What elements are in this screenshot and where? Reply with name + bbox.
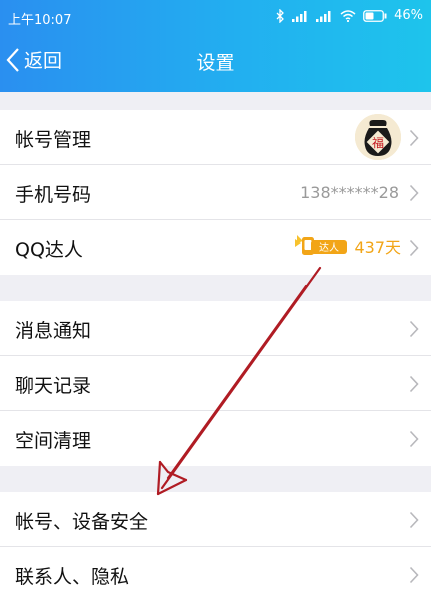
- battery-icon: [363, 9, 387, 22]
- row-label: 联系人、隐私: [15, 566, 130, 588]
- settings-group-messages: 消息通知 聊天记录 空间清理: [0, 301, 431, 466]
- qq-master-badge: 达人 437天: [293, 233, 401, 259]
- row-label: 消息通知: [15, 320, 92, 342]
- chevron-right-icon: [409, 129, 419, 147]
- wifi-icon: [340, 9, 356, 22]
- row-contacts-privacy[interactable]: 联系人、隐私: [0, 547, 431, 591]
- chevron-right-icon: [409, 566, 419, 584]
- row-qq-master[interactable]: QQ达人 达人 437天: [0, 220, 431, 275]
- row-label: 聊天记录: [15, 375, 92, 397]
- row-label: 手机号码: [15, 184, 92, 206]
- row-label: 空间清理: [15, 430, 92, 452]
- chevron-right-icon: [409, 184, 419, 202]
- top-bar: 上午10:07 46% 返回 设置: [0, 0, 431, 92]
- signal-icon: [292, 10, 307, 22]
- row-label: 帐号管理: [15, 129, 92, 151]
- qq-master-days: 437天: [354, 238, 401, 257]
- row-label: 帐号、设备安全: [15, 511, 149, 533]
- row-storage-cleanup[interactable]: 空间清理: [0, 411, 431, 466]
- signal-icon-2: [316, 10, 331, 22]
- badge-text: 达人: [319, 242, 339, 254]
- row-label: QQ达人: [15, 239, 83, 261]
- status-bar: 上午10:07 46%: [0, 0, 431, 34]
- phone-number-value: 138******28: [300, 183, 399, 202]
- fortune-bag-avatar-icon: 福: [355, 114, 401, 160]
- settings-group-account: 帐号管理 福 手机号码 138******28 QQ达人 达人 437天: [0, 110, 431, 275]
- battery-percentage: 46%: [394, 8, 423, 23]
- chevron-right-icon: [409, 430, 419, 448]
- chevron-right-icon: [409, 375, 419, 393]
- row-phone-number[interactable]: 手机号码 138******28: [0, 165, 431, 220]
- page-title: 设置: [196, 52, 235, 74]
- status-icons: 46%: [276, 8, 423, 23]
- avatar: 福: [355, 114, 401, 160]
- qq-master-badge-icon: 达人: [295, 235, 348, 255]
- avatar-character: 福: [372, 135, 384, 150]
- chevron-right-icon: [409, 320, 419, 338]
- chevron-right-icon: [409, 511, 419, 529]
- row-account-management[interactable]: 帐号管理 福: [0, 110, 431, 165]
- row-chat-history[interactable]: 聊天记录: [0, 356, 431, 411]
- settings-group-security: 帐号、设备安全 联系人、隐私: [0, 492, 431, 591]
- status-time: 上午10:07: [8, 13, 72, 28]
- row-message-notifications[interactable]: 消息通知: [0, 301, 431, 356]
- row-account-device-security[interactable]: 帐号、设备安全: [0, 492, 431, 547]
- bluetooth-icon: [276, 8, 285, 23]
- chevron-right-icon: [409, 239, 419, 257]
